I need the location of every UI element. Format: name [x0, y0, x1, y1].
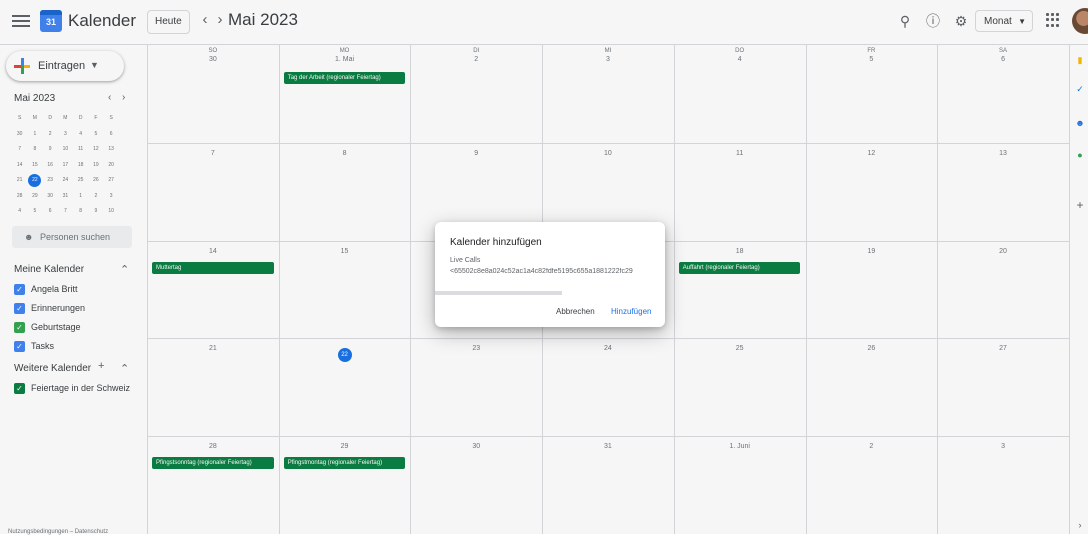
calendar-name: Live Calls: [450, 257, 481, 264]
progress-bar: [435, 291, 562, 295]
calendar-url: <65502c8e8a024c52ac1a4c82fdfe5195c655a18…: [450, 268, 633, 275]
progress-bar-fill: [435, 291, 562, 295]
add-calendar-dialog: Kalender hinzufügen Live Calls <65502c8e…: [435, 222, 665, 327]
dialog-title: Kalender hinzufügen: [450, 237, 542, 248]
cancel-button[interactable]: Abbrechen: [556, 307, 595, 316]
add-button[interactable]: Hinzufügen: [611, 307, 651, 316]
